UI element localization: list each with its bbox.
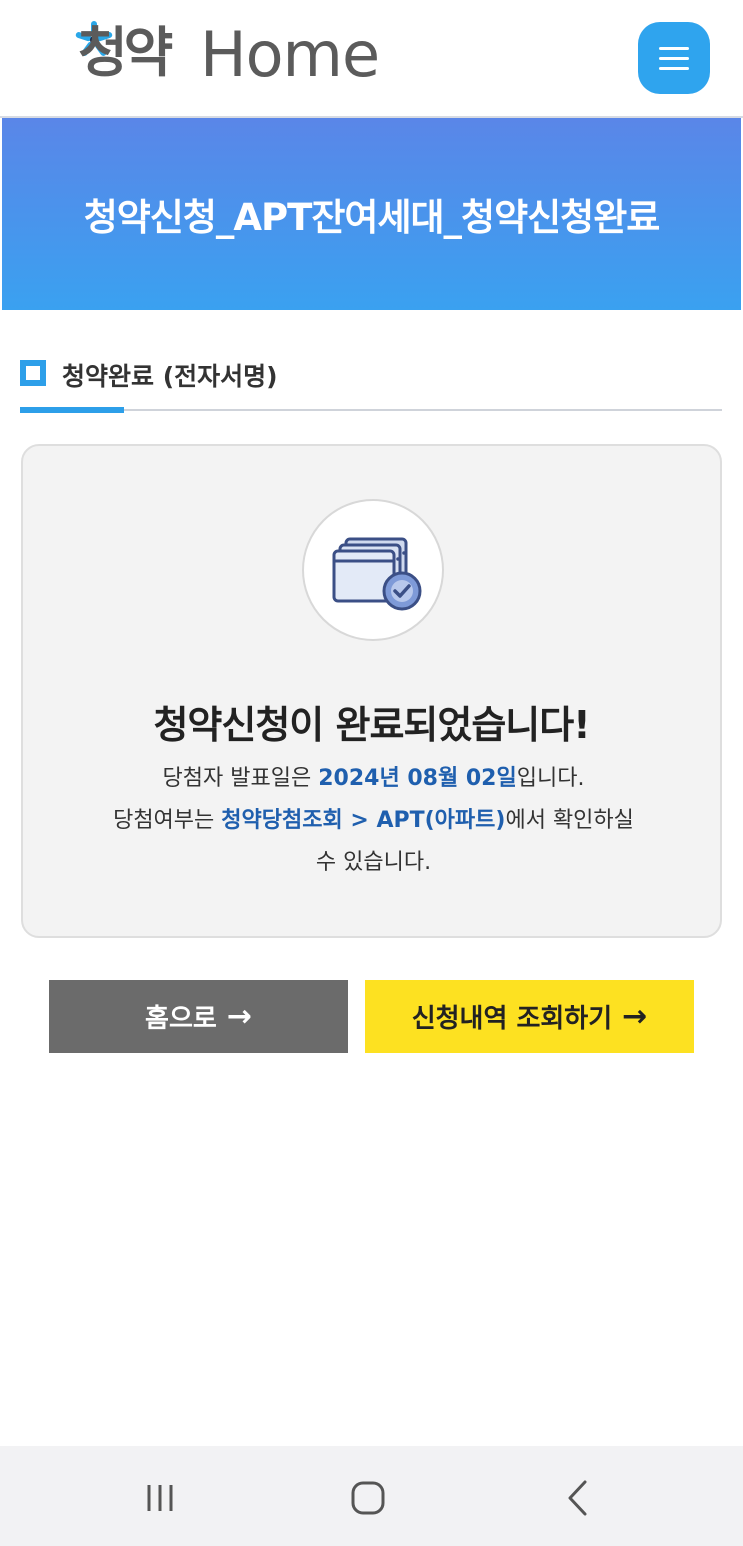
winner-lookup-link[interactable]: 청약당첨조회 > APT(아파트) <box>221 808 505 833</box>
page-title: 청약신청_APT잔여세대_청약신청완료 <box>83 196 661 239</box>
system-navigation-bar <box>0 1446 743 1546</box>
completion-title: 청약신청이 완료되었습니다! <box>153 703 590 747</box>
check-result-text-line3: 수 있습니다. <box>315 850 432 875</box>
announcement-prefix: 당첨자 발표일은 <box>162 766 319 791</box>
check-result-prefix: 당첨여부는 <box>113 808 222 833</box>
check-result-text: 당첨여부는 청약당첨조회 > APT(아파트)에서 확인하실 <box>63 804 684 837</box>
back-icon <box>568 1480 587 1516</box>
announcement-date: 2024년 08월 02일 <box>318 766 517 791</box>
go-home-label: 홈으로 <box>145 1004 217 1034</box>
hamburger-icon-bar <box>659 56 689 60</box>
check-result-suffix: 에서 확인하실 <box>505 808 634 833</box>
view-application-history-button[interactable]: 신청내역 조회하기 → <box>365 980 694 1053</box>
logo-english-text: Home <box>200 18 380 91</box>
view-application-history-label: 신청내역 조회하기 <box>411 1004 613 1034</box>
arrow-right-icon: → <box>226 999 252 1034</box>
app-header: 청약 Home <box>0 0 743 118</box>
logo-korean-text: 청약 <box>78 21 173 84</box>
section-title: 청약완료 (전자서명) <box>62 362 278 391</box>
recent-apps-button[interactable] <box>130 1476 190 1520</box>
section-square-icon <box>20 360 46 386</box>
go-home-button[interactable]: 홈으로 → <box>49 980 348 1053</box>
browser-windows-check-icon <box>332 537 422 611</box>
completion-card: 청약신청이 완료되었습니다! 당첨자 발표일은 2024년 08월 02일입니다… <box>21 444 722 938</box>
section-header: 청약완료 (전자서명) <box>20 355 722 413</box>
hamburger-icon <box>659 46 689 50</box>
hamburger-icon-bar <box>659 66 689 70</box>
system-back-button[interactable] <box>548 1476 608 1520</box>
cheongyak-home-logo[interactable]: 청약 Home <box>72 14 432 98</box>
arrow-right-icon: → <box>622 999 648 1034</box>
announcement-date-text: 당첨자 발표일은 2024년 08월 02일입니다. <box>63 762 684 795</box>
home-icon <box>351 1481 385 1515</box>
system-home-button[interactable] <box>338 1476 398 1520</box>
page-banner: 청약신청_APT잔여세대_청약신청완료 <box>2 118 741 310</box>
recent-apps-icon <box>147 1485 173 1511</box>
announcement-suffix: 입니다. <box>516 766 585 791</box>
section-divider-accent <box>20 407 124 413</box>
hamburger-menu-button[interactable] <box>638 22 710 94</box>
section-divider <box>20 409 722 411</box>
completion-icon-circle <box>302 499 444 641</box>
